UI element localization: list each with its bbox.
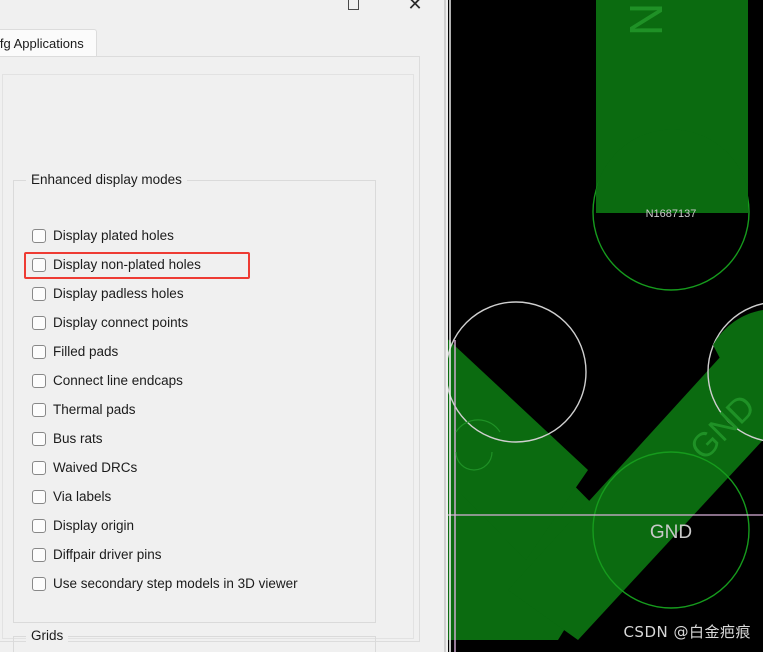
restore-window-button[interactable] — [330, 0, 376, 18]
checkbox-row-display-padless-holes[interactable]: Display padless holes — [32, 283, 184, 305]
restore-icon — [347, 0, 359, 10]
checkbox-display-connect-points[interactable] — [32, 316, 46, 330]
pcb-layout-canvas[interactable]: N1687 N1687137 GND GND — [448, 0, 763, 652]
checkbox-diffpair-driver-pins[interactable] — [32, 548, 46, 562]
tab-label: lfg Applications — [0, 36, 84, 51]
close-icon: ✕ — [407, 0, 423, 14]
group-legend-display: Enhanced display modes — [26, 172, 187, 187]
checkbox-connect-line-endcaps[interactable] — [32, 374, 46, 388]
canvas-left-edge — [444, 0, 446, 652]
label-via-labels: Via labels — [53, 489, 112, 505]
grids-group: Grids — [13, 628, 376, 652]
checkbox-row-display-origin[interactable]: Display origin — [32, 515, 134, 537]
tab-strip: lfg Applications — [0, 29, 440, 57]
screenshot-root: ✕ lfg Applications Enhanced display mode… — [0, 0, 763, 652]
checkbox-use-secondary-step-models[interactable] — [32, 577, 46, 591]
tab-panel: Enhanced display modes Display plated ho… — [0, 56, 420, 652]
net-label-vertical: N1687 — [620, 0, 672, 36]
label-connect-line-endcaps: Connect line endcaps — [53, 373, 183, 389]
checkbox-row-display-connect-points[interactable]: Display connect points — [32, 312, 188, 334]
label-diffpair-driver-pins: Diffpair driver pins — [53, 547, 162, 563]
pcb-graphics: N1687 N1687137 GND GND — [448, 0, 763, 652]
checkbox-row-diffpair-driver-pins[interactable]: Diffpair driver pins — [32, 544, 162, 566]
label-display-padless-holes: Display padless holes — [53, 286, 184, 302]
label-use-secondary-step-models: Use secondary step models in 3D viewer — [53, 576, 298, 592]
options-dialog: ✕ lfg Applications Enhanced display mode… — [0, 0, 440, 652]
checkbox-row-bus-rats[interactable]: Bus rats — [32, 428, 103, 450]
label-thermal-pads: Thermal pads — [53, 402, 136, 418]
net-label-gnd-center: GND — [650, 522, 692, 543]
label-filled-pads: Filled pads — [53, 344, 119, 360]
enhanced-display-modes-group: Enhanced display modes Display plated ho… — [13, 172, 376, 623]
label-display-non-plated-holes: Display non-plated holes — [53, 257, 201, 273]
label-display-plated-holes: Display plated holes — [53, 228, 174, 244]
checkbox-row-display-plated-holes[interactable]: Display plated holes — [32, 225, 174, 247]
checkbox-row-connect-line-endcaps[interactable]: Connect line endcaps — [32, 370, 183, 392]
label-waived-drcs: Waived DRCs — [53, 460, 138, 476]
checkbox-row-waived-drcs[interactable]: Waived DRCs — [32, 457, 137, 479]
checkbox-filled-pads[interactable] — [32, 345, 46, 359]
checkbox-row-display-non-plated-holes[interactable]: Display non-plated holes — [32, 254, 201, 276]
checkbox-row-via-labels[interactable]: Via labels — [32, 486, 111, 508]
label-display-origin: Display origin — [53, 518, 135, 534]
dialog-titlebar: ✕ — [0, 0, 440, 28]
net-label-pad-upper: N1687137 — [646, 208, 697, 220]
tab-mfg-applications[interactable]: lfg Applications — [0, 29, 97, 57]
checkbox-thermal-pads[interactable] — [32, 403, 46, 417]
checkbox-row-use-secondary-step-models[interactable]: Use secondary step models in 3D viewer — [32, 573, 298, 595]
group-legend-grids: Grids — [26, 628, 69, 643]
checkbox-display-plated-holes[interactable] — [32, 229, 46, 243]
checkbox-waived-drcs[interactable] — [32, 461, 46, 475]
checkbox-display-non-plated-holes[interactable] — [32, 258, 46, 272]
checkbox-via-labels[interactable] — [32, 490, 46, 504]
label-display-connect-points: Display connect points — [53, 315, 189, 331]
checkbox-display-padless-holes[interactable] — [32, 287, 46, 301]
checkbox-bus-rats[interactable] — [32, 432, 46, 446]
label-bus-rats: Bus rats — [53, 431, 103, 447]
watermark-text: CSDN @白金疤痕 — [623, 623, 751, 641]
checkbox-row-thermal-pads[interactable]: Thermal pads — [32, 399, 136, 421]
close-window-button[interactable]: ✕ — [392, 0, 438, 18]
checkbox-display-origin[interactable] — [32, 519, 46, 533]
tab-panel-inner: Enhanced display modes Display plated ho… — [2, 74, 414, 652]
checkbox-row-filled-pads[interactable]: Filled pads — [32, 341, 118, 363]
